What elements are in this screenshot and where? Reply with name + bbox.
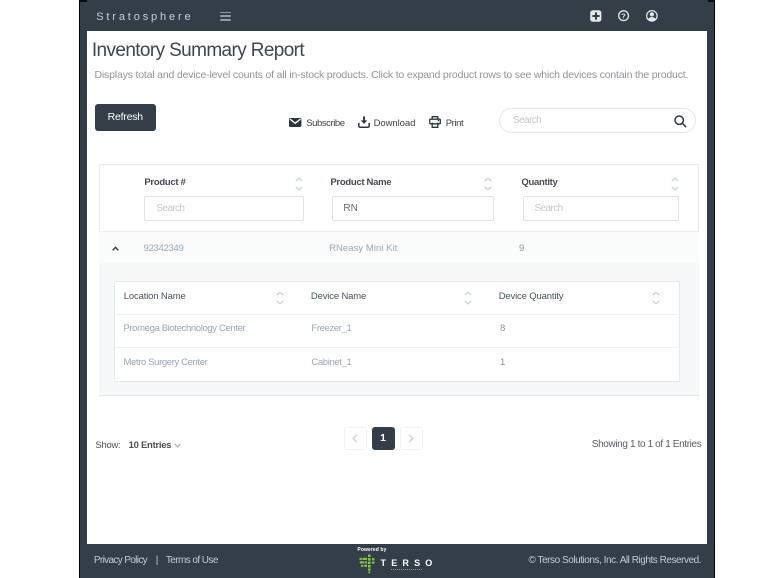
svg-text:?: ? — [621, 11, 626, 20]
